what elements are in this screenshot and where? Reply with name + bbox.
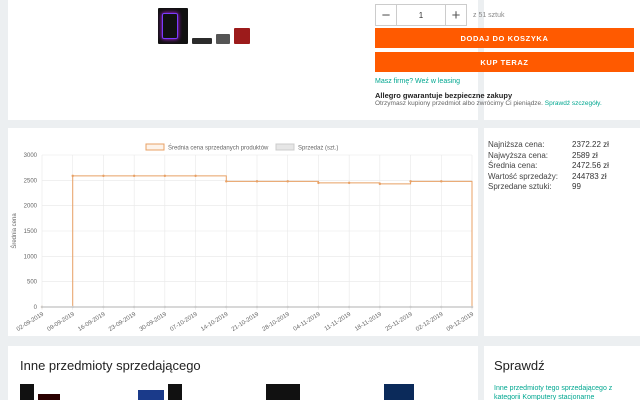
seller-item-thumb[interactable] [20, 384, 80, 400]
y-tick-label: 3000 [24, 153, 38, 159]
sales-point [40, 305, 44, 309]
x-tick-label: 11-11-2019 [324, 311, 353, 332]
sales-point [409, 305, 412, 309]
legend-entry: Średnia cena sprzedanych produktów [168, 144, 269, 152]
price-stats-card: Najniższa cena: 2372.22 zł Najwyższa cena:… [484, 128, 640, 336]
y-tick-label: 500 [27, 280, 38, 286]
price-point [194, 174, 197, 178]
price-point [102, 174, 105, 178]
price-point [440, 180, 443, 183]
x-tick-label: 14-10-2019 [200, 311, 230, 333]
legend-entry: Sprzedaż (szt.) [298, 146, 338, 152]
guarantee-text: Otrzymasz kupiony przedmiot albo zwrócim… [375, 100, 602, 107]
x-tick-label: 28-10-2019 [262, 311, 292, 333]
leasing-link[interactable]: Masz firmę? Weź w leasing [375, 78, 460, 85]
sales-point [378, 305, 382, 309]
stat-row: Wartość sprzedaży: 244783 zł [488, 172, 607, 181]
x-tick-label: 02-12-2019 [415, 311, 445, 333]
sales-point [71, 305, 74, 309]
sales-point [286, 305, 289, 309]
stat-label: Średnia cena: [488, 161, 538, 170]
sales-point [255, 305, 259, 309]
stat-value: 2372.22 zł [572, 140, 609, 149]
x-tick-label: 21-10-2019 [231, 311, 261, 333]
y-tick-label: 2000 [24, 204, 38, 210]
x-tick-label: 02-09-2019 [16, 311, 46, 333]
x-tick-label: 16-09-2019 [77, 311, 107, 333]
quantity-stepper: − 1 + z 51 sztuk [375, 4, 505, 26]
price-point [163, 174, 167, 178]
sales-point [470, 305, 474, 309]
stat-label: Najwyższa cena: [488, 150, 549, 160]
price-point [317, 181, 320, 185]
legend-swatch [145, 143, 165, 151]
y-tick-label: 1000 [24, 254, 38, 260]
sprawdz-link[interactable]: Inne przedmioty tego sprzedającego z kat… [494, 384, 640, 400]
x-tick-label: 18-11-2019 [354, 311, 383, 332]
stat-label: Najniższa cena: [488, 140, 545, 149]
guarantee-title: Allegro gwarantuje bezpieczne zakupy [375, 91, 513, 100]
stat-value: 2472.56 zł [572, 161, 609, 170]
seller-item-thumb[interactable] [256, 384, 316, 400]
decrease-quantity-button[interactable]: − [375, 4, 397, 26]
legend-swatch [275, 143, 295, 151]
stat-row: Najwyższa cena: 2589 zł [488, 151, 598, 160]
sprawdz-title: Sprawdź [494, 358, 545, 373]
price-point [409, 180, 412, 183]
price-history-chart: Średnia cena sprzedanych produktów Sprzed… [10, 143, 476, 333]
keyboard-image [192, 38, 212, 44]
price-history-chart-card: Średnia cena sprzedanych produktów Sprzed… [8, 128, 478, 336]
x-tick-label: 30-09-2019 [139, 311, 169, 333]
y-tick-label: 1500 [24, 229, 38, 235]
guarantee-details-link[interactable]: Sprawdź szczegóły. [545, 100, 602, 107]
guarantee-text-body: Otrzymasz kupiony przedmiot albo zwrócim… [375, 100, 543, 107]
sprawdz-card: Sprawdź Inne przedmioty tego sprzedające… [484, 346, 640, 400]
sales-point [102, 305, 105, 309]
stat-row: Najniższa cena: 2372.22 zł [488, 140, 609, 149]
stat-row: Średnia cena: 2472.56 zł [488, 161, 609, 170]
price-point [286, 180, 289, 183]
x-tick-label: 25-11-2019 [385, 311, 414, 332]
sales-point [225, 305, 228, 309]
stat-value: 2589 zł [572, 150, 598, 160]
y-axis-label: Średnia cena [10, 213, 18, 249]
increase-quantity-button[interactable]: + [445, 4, 467, 26]
seller-items-title: Inne przedmioty sprzedającego [20, 358, 201, 373]
price-point [255, 180, 259, 183]
x-tick-label: 23-09-2019 [108, 311, 138, 333]
stat-label: Wartość sprzedaży: [488, 171, 558, 181]
pc-case-image [158, 8, 188, 44]
y-tick-label: 0 [34, 305, 38, 311]
stat-value: 99 [572, 182, 581, 191]
price-point [378, 182, 382, 186]
product-thumbnail-set[interactable] [158, 8, 250, 44]
mouse-image [216, 34, 230, 44]
sales-point [440, 305, 443, 309]
price-point [225, 180, 228, 183]
seller-item-thumb[interactable] [374, 384, 434, 400]
price-point [132, 174, 136, 178]
stat-label: Sprzedane sztuki: [488, 182, 552, 191]
sales-point [194, 305, 197, 309]
x-tick-label: 07-10-2019 [169, 311, 199, 333]
available-quantity: z 51 sztuk [473, 11, 505, 19]
stat-value: 244783 zł [572, 171, 607, 181]
quantity-input[interactable]: 1 [397, 4, 445, 26]
add-to-cart-button[interactable]: DODAJ DO KOSZYKA [375, 28, 634, 48]
price-point [71, 174, 74, 178]
seller-items-card: Inne przedmioty sprzedającego [8, 346, 634, 400]
price-point [347, 181, 351, 185]
sales-point [347, 305, 351, 309]
accessory-image [234, 28, 250, 44]
stat-row: Sprzedane sztuki: 99 [488, 182, 581, 191]
sales-point [317, 305, 320, 309]
x-tick-label: 04-11-2019 [293, 311, 322, 332]
x-tick-label: 09-09-2019 [47, 311, 77, 333]
buy-now-button[interactable]: KUP TERAZ [375, 52, 634, 72]
sales-point [163, 305, 167, 309]
x-tick-label: 09-12-2019 [446, 311, 476, 333]
y-tick-label: 2500 [24, 178, 38, 184]
seller-item-thumb[interactable] [138, 384, 198, 400]
sales-point [132, 305, 136, 309]
